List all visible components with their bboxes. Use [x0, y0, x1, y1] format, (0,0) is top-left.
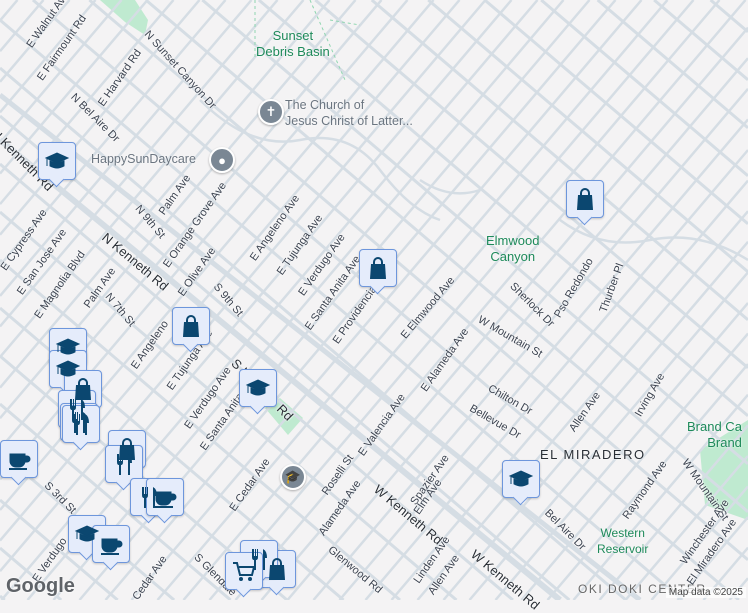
school-marker[interactable] — [38, 142, 76, 180]
cross-icon: ✝ — [266, 104, 277, 120]
shopping-icon — [178, 313, 204, 339]
school-icon — [245, 375, 271, 401]
shopping-icon — [572, 186, 598, 212]
restaurant-marker[interactable] — [62, 405, 100, 443]
map-attribution[interactable]: Map data ©2025 — [666, 587, 746, 598]
road — [485, 0, 748, 224]
cafe-marker[interactable] — [0, 440, 38, 478]
school-icon — [44, 148, 70, 174]
area-label-brand-park: Brand CaBrand — [687, 419, 742, 451]
road — [0, 0, 18, 21]
road — [288, 58, 748, 600]
daycare-pin[interactable]: ● — [209, 147, 235, 173]
school-icon — [508, 466, 534, 492]
area-label-debris-basin: SunsetDebris Basin — [256, 28, 330, 60]
cafe-icon — [152, 484, 178, 510]
church-label[interactable]: The Church ofJesus Christ of Latter... — [285, 97, 413, 129]
school-marker[interactable] — [239, 369, 277, 407]
school-icon — [74, 521, 100, 547]
shopping-marker[interactable] — [566, 180, 604, 218]
church-pin[interactable]: ✝ — [258, 99, 284, 125]
google-logo: Google — [6, 575, 75, 598]
school-pin[interactable]: 🎓 — [280, 464, 306, 490]
area-label-western-reservoir: WesternReservoir — [597, 525, 648, 557]
daycare-label[interactable]: HappySunDaycare — [91, 151, 196, 167]
graduation-cap-icon: 🎓 — [285, 469, 301, 485]
restaurant-icon — [111, 451, 137, 477]
road — [202, 0, 748, 464]
restaurant-icon — [68, 411, 94, 437]
cafe-marker[interactable] — [146, 478, 184, 516]
road — [598, 0, 748, 128]
dot-icon: ● — [218, 153, 226, 168]
shopping-marker[interactable] — [172, 307, 210, 345]
cafe-icon — [98, 531, 124, 557]
school-marker[interactable] — [502, 460, 540, 498]
shopping-marker[interactable] — [359, 249, 397, 287]
area-label-elmwood-canyon: ElmwoodCanyon — [486, 233, 539, 265]
shopping-icon — [365, 255, 391, 281]
cafe-marker[interactable] — [92, 525, 130, 563]
shopping-cart-icon — [231, 558, 257, 584]
cafe-icon — [6, 446, 32, 472]
neighborhood-label: EL MIRADERO — [540, 447, 646, 462]
